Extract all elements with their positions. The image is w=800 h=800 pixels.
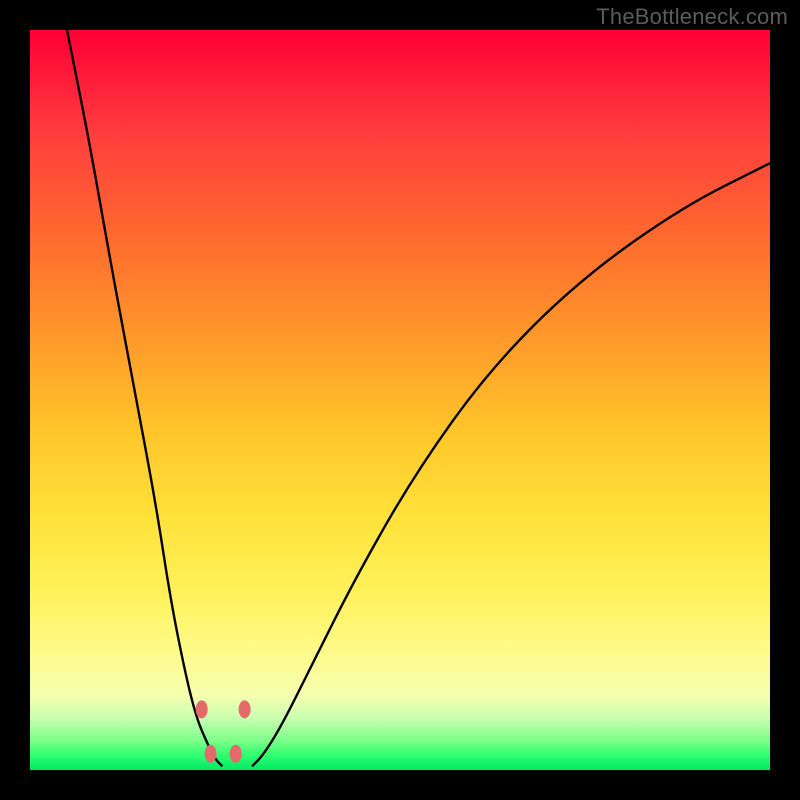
left-curve [67, 30, 222, 766]
floor-markers [196, 700, 251, 762]
right-curve [252, 163, 770, 766]
marker-dot [205, 745, 217, 763]
marker-dot [196, 700, 208, 718]
plot-area [30, 30, 770, 770]
marker-dot [230, 745, 242, 763]
watermark-text: TheBottleneck.com [596, 4, 788, 30]
curve-layer [30, 30, 770, 770]
marker-dot [239, 700, 251, 718]
chart-frame: TheBottleneck.com [0, 0, 800, 800]
